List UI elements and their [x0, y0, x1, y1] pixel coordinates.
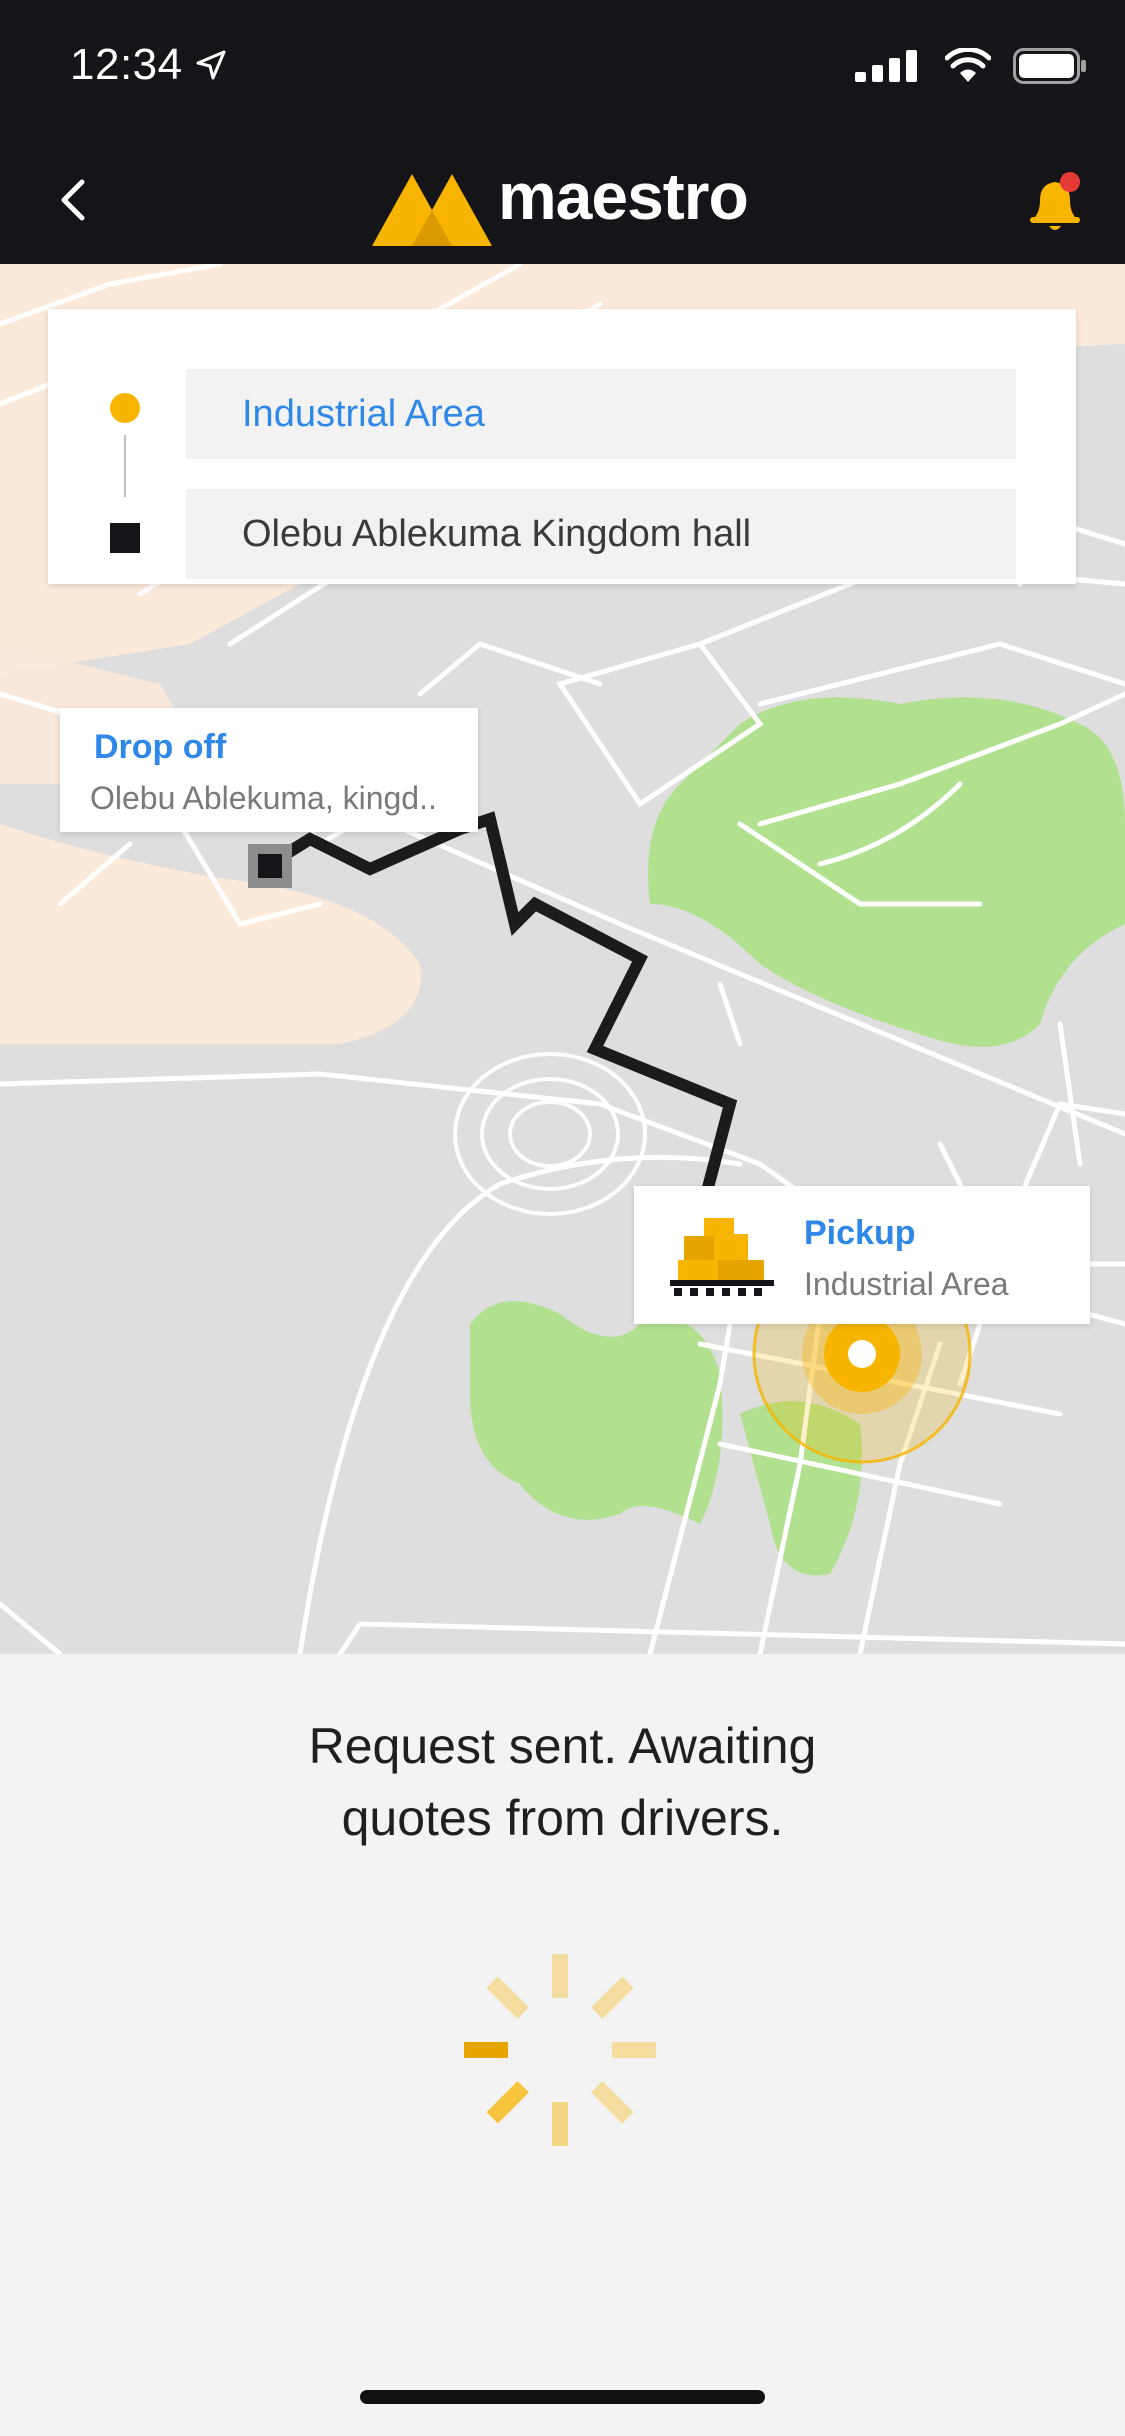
status-bar: 12:34 — [0, 0, 1125, 132]
app-header: maestro — [0, 132, 1125, 264]
dropoff-callout-title: Drop off — [94, 728, 227, 766]
cargo-crate-icon — [670, 1218, 774, 1296]
battery-icon — [1013, 48, 1086, 84]
notification-badge — [1060, 172, 1080, 192]
status-time: 12:34 — [70, 40, 183, 89]
map-view[interactable]: Industrial Area Olebu Ablekuma Kingdom h… — [0, 264, 1125, 1654]
status-line-2: quotes from drivers. — [341, 1790, 784, 1846]
pickup-callout-title: Pickup — [804, 1214, 916, 1252]
dropoff-square-icon — [110, 523, 140, 553]
pickup-callout[interactable]: Pickup Industrial Area — [634, 1186, 1090, 1324]
dropoff-callout-subtitle: Olebu Ablekuma, kingd.. — [90, 780, 437, 816]
wifi-icon — [945, 48, 991, 82]
dropoff-location-field[interactable]: Olebu Ablekuma Kingdom hall — [186, 489, 1016, 579]
dropoff-callout[interactable]: Drop off Olebu Ablekuma, kingd.. — [60, 708, 478, 832]
home-indicator[interactable] — [360, 2390, 765, 2404]
pickup-location-field[interactable]: Industrial Area — [186, 369, 1016, 459]
signal-icon — [855, 50, 917, 82]
maestro-logo: maestro — [370, 152, 760, 248]
status-line-1: Request sent. Awaiting — [308, 1718, 817, 1774]
pickup-callout-subtitle: Industrial Area — [804, 1266, 1009, 1302]
pickup-dot-icon — [110, 393, 140, 423]
route-card: Industrial Area Olebu Ablekuma Kingdom h… — [48, 309, 1076, 584]
route-connector — [124, 435, 126, 497]
request-status-message: Request sent. Awaiting quotes from drive… — [0, 1710, 1125, 1854]
bell-icon[interactable] — [1020, 168, 1090, 238]
brand-name: maestro — [498, 159, 749, 233]
location-arrow-icon — [196, 50, 226, 80]
loading-spinner-icon — [464, 1954, 656, 2146]
back-chevron-icon[interactable] — [40, 160, 120, 240]
